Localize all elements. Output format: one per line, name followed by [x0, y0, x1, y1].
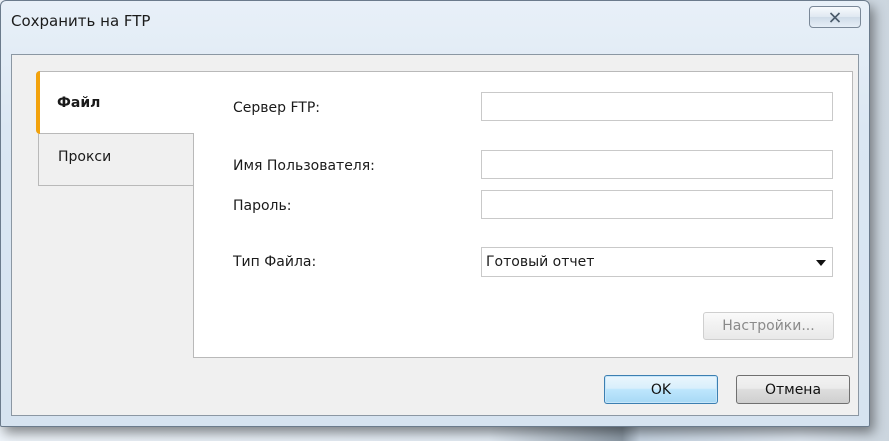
- password-label: Пароль:: [233, 198, 292, 214]
- window-title: Сохранить на FTP: [11, 12, 151, 30]
- tab-proxy-label: Прокси: [58, 149, 112, 165]
- ftp-save-dialog: Сохранить на FTP Файл Прокси Сервер FTP:…: [0, 0, 870, 427]
- close-button[interactable]: [809, 6, 861, 28]
- tab-selected-accent: [36, 71, 40, 134]
- file-type-select[interactable]: Готовый отчет: [481, 247, 833, 277]
- chevron-down-icon: [816, 260, 826, 266]
- server-label: Сервер FTP:: [233, 100, 320, 116]
- file-type-label: Тип Файла:: [233, 254, 317, 270]
- tab-proxy[interactable]: Прокси: [38, 134, 194, 186]
- close-icon: [829, 11, 841, 23]
- cancel-button[interactable]: Отмена: [736, 375, 850, 404]
- username-label: Имя Пользователя:: [233, 158, 375, 174]
- file-settings-panel: Сервер FTP: Имя Пользователя: Пароль: Ти…: [193, 71, 853, 358]
- ok-button[interactable]: OK: [604, 375, 718, 404]
- username-input[interactable]: [481, 150, 833, 179]
- password-input[interactable]: [481, 190, 833, 219]
- dialog-body: Файл Прокси Сервер FTP: Имя Пользователя…: [11, 54, 859, 416]
- file-type-value: Готовый отчет: [486, 254, 595, 270]
- settings-button[interactable]: Настройки...: [703, 312, 834, 340]
- title-bar[interactable]: Сохранить на FTP: [1, 1, 869, 45]
- server-input[interactable]: [481, 92, 833, 121]
- tab-file-label: Файл: [57, 95, 101, 111]
- tab-file[interactable]: Файл: [36, 71, 194, 134]
